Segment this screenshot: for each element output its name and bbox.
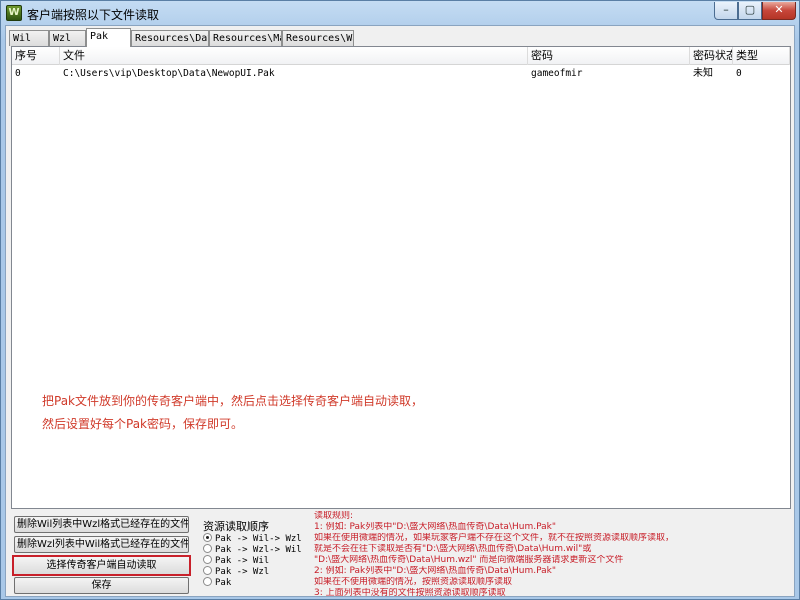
bottom-panel: 删除Wil列表中Wzl格式已经存在的文件 删除Wzl列表中Wil格式已经存在的文… <box>6 510 794 599</box>
delete-wzl-duplicates-button[interactable]: 删除Wzl列表中Wil格式已经存在的文件 <box>14 536 189 553</box>
radio-icon[interactable] <box>203 555 212 564</box>
auto-read-client-button[interactable]: 选择传奇客户端自动读取 <box>12 555 191 576</box>
column-header-password[interactable]: 密码 <box>528 47 690 65</box>
tab-wil[interactable]: Wil <box>9 30 49 46</box>
row-type: 0 <box>736 68 742 79</box>
instruction-line-1: 把Pak文件放到你的传奇客户端中，然后点击选择传奇客户端自动读取， <box>42 394 424 408</box>
read-rules-title: 读取规则: <box>314 511 354 521</box>
read-rule-line: 如果在使用微端的情况，如果玩家客户端不存在这个文件，就不在按照资源读取顺序读取， <box>314 533 675 543</box>
tab-pak[interactable]: Pak <box>86 28 131 47</box>
row-index: 0 <box>15 68 21 79</box>
save-button[interactable]: 保存 <box>14 577 189 594</box>
list-header: 序号 文件 密码 密码状态 类型 <box>12 47 790 65</box>
radio-icon[interactable] <box>203 544 212 553</box>
read-rule-line: 如果在不使用微端的情况，按照资源读取顺序读取 <box>314 577 513 587</box>
column-header-password-status[interactable]: 密码状态 <box>690 47 733 65</box>
row-password-status: 未知 <box>693 68 713 79</box>
read-rule-line: "D:\盛大网络\热血传奇\Data\Hum.wzl" 而是向微端服务器请求更新… <box>314 555 624 565</box>
tab-resources-wav[interactable]: Resources\Wav <box>282 30 354 46</box>
column-header-index[interactable]: 序号 <box>12 47 60 65</box>
delete-wil-duplicates-button[interactable]: 删除Wil列表中Wzl格式已经存在的文件 <box>14 516 189 533</box>
read-order-option-3[interactable]: Pak -> Wil <box>203 555 269 566</box>
radio-icon[interactable] <box>203 566 212 575</box>
minimize-button[interactable]: – <box>714 2 738 20</box>
main-window: W 客户端按照以下文件读取 – ▢ ✕ Wil Wzl Pak Resource… <box>0 0 800 600</box>
column-header-type[interactable]: 类型 <box>733 47 790 65</box>
maximize-button[interactable]: ▢ <box>738 2 762 20</box>
read-order-option-5[interactable]: Pak <box>203 577 231 588</box>
tab-resources-map[interactable]: Resources\Map <box>209 30 282 46</box>
column-header-file[interactable]: 文件 <box>60 47 528 65</box>
title-bar[interactable]: W 客户端按照以下文件读取 – ▢ ✕ <box>1 1 799 25</box>
read-order-option-4[interactable]: Pak -> Wzl <box>203 566 269 577</box>
read-order-title: 资源读取顺序 <box>203 520 269 533</box>
tab-wzl[interactable]: Wzl <box>49 30 86 46</box>
app-icon: W <box>6 5 22 21</box>
read-rule-line: 1: 例如: Pak列表中"D:\盛大网络\热血传奇\Data\Hum.Pak" <box>314 522 556 532</box>
instruction-line-2: 然后设置好每个Pak密码，保存即可。 <box>42 417 244 431</box>
read-rules: 读取规则: 1: 例如: Pak列表中"D:\盛大网络\热血传奇\Data\Hu… <box>314 511 674 599</box>
table-row[interactable]: 0 C:\Users\vip\Desktop\Data\NewopUI.Pak … <box>12 66 790 83</box>
row-password[interactable]: gameofmir <box>528 66 690 83</box>
close-button[interactable]: ✕ <box>762 2 796 20</box>
row-file-path: C:\Users\vip\Desktop\Data\NewopUI.Pak <box>63 68 275 79</box>
read-rule-line: 3: 上面列表中没有的文件按照资源读取顺序读取 <box>314 588 506 598</box>
pak-file-list[interactable]: 序号 文件 密码 密码状态 类型 0 C:\Users\vip\Desktop\… <box>11 46 791 509</box>
read-order-option-2[interactable]: Pak -> Wzl-> Wil <box>203 544 302 555</box>
tab-resources-data[interactable]: Resources\Data <box>131 30 209 46</box>
radio-icon[interactable] <box>203 577 212 586</box>
client-area: Wil Wzl Pak Resources\Data Resources\Map… <box>5 25 795 599</box>
read-order-option-1[interactable]: Pak -> Wil-> Wzl <box>203 533 302 544</box>
read-rule-line: 2: 例如: Pak列表中"D:\盛大网络\热血传奇\Data\Hum.Pak" <box>314 566 556 576</box>
window-title: 客户端按照以下文件读取 <box>27 8 160 22</box>
radio-selected-icon[interactable] <box>203 533 212 542</box>
read-rule-line: 就是不会在往下读取是否有"D:\盛大网络\热血传奇\Data\Hum.wil"或 <box>314 544 592 554</box>
